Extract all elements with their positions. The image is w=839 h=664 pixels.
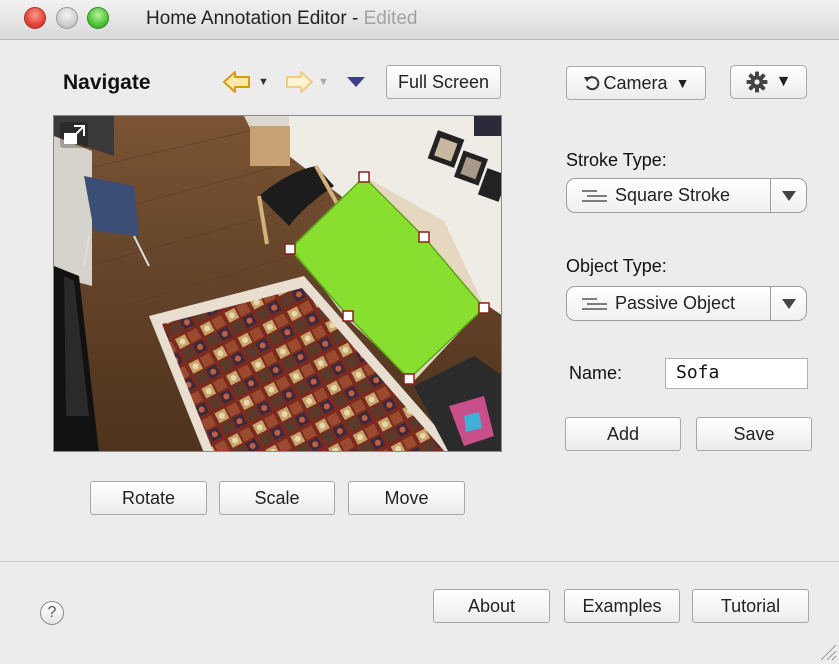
edited-indicator: Edited	[363, 8, 418, 29]
close-window-button[interactable]	[24, 7, 46, 29]
rotate-button[interactable]: Rotate	[90, 481, 207, 515]
stroke-type-select[interactable]: Square Stroke	[566, 178, 807, 213]
rotate-icon	[583, 76, 599, 91]
object-type-select[interactable]: Passive Object	[566, 286, 807, 321]
scale-button[interactable]: Scale	[219, 481, 335, 515]
footer-divider	[0, 561, 839, 562]
object-type-value: Passive Object	[615, 293, 736, 313]
app-window: Home Annotation Editor - Edited Navigate…	[0, 0, 839, 664]
name-field[interactable]: Sofa	[665, 358, 808, 389]
selection-handle[interactable]	[478, 302, 490, 314]
minimize-window-button[interactable]	[56, 7, 78, 29]
right-arrow-icon[interactable]	[284, 69, 314, 95]
tutorial-button[interactable]: Tutorial	[692, 589, 809, 623]
selection-handle[interactable]	[284, 243, 296, 255]
forward-history-dropdown-icon[interactable]: ▼	[318, 76, 329, 88]
chevron-down-icon	[770, 287, 806, 320]
left-arrow-icon[interactable]	[222, 69, 252, 95]
selection-handle[interactable]	[418, 231, 430, 243]
list-lines-icon	[582, 189, 607, 202]
stroke-type-value: Square Stroke	[615, 185, 731, 205]
window-title-text: Home Annotation Editor	[146, 8, 347, 29]
about-button[interactable]: About	[433, 589, 550, 623]
add-button[interactable]: Add	[565, 417, 681, 451]
selection-handle[interactable]	[358, 171, 370, 183]
list-lines-icon	[582, 297, 607, 310]
view-options-dropdown-icon[interactable]	[346, 76, 366, 88]
move-button[interactable]: Move	[348, 481, 465, 515]
resize-grip-icon[interactable]	[817, 641, 837, 661]
gear-icon	[746, 71, 768, 93]
full-screen-button[interactable]: Full Screen	[386, 65, 501, 99]
expand-icon[interactable]	[60, 122, 88, 148]
question-icon[interactable]: ?	[40, 601, 64, 625]
room-scene	[54, 116, 501, 451]
examples-button[interactable]: Examples	[564, 589, 680, 623]
navigate-heading: Navigate	[63, 71, 151, 94]
camera-button[interactable]: Camera ▼	[566, 66, 706, 100]
title-bar: Home Annotation Editor - Edited	[0, 0, 839, 40]
room-viewport[interactable]	[53, 115, 502, 452]
zoom-window-button[interactable]	[87, 7, 109, 29]
chevron-down-icon	[770, 179, 806, 212]
selection-handle[interactable]	[403, 373, 415, 385]
stroke-type-label: Stroke Type:	[566, 150, 667, 170]
back-history-dropdown-icon[interactable]: ▼	[258, 76, 269, 88]
settings-dropdown-icon: ▼	[775, 73, 792, 90]
selection-handle[interactable]	[342, 310, 354, 322]
settings-button[interactable]: ▼	[730, 65, 807, 99]
window-title: Home Annotation Editor - Edited	[146, 8, 417, 30]
name-label: Name:	[569, 363, 623, 383]
save-button[interactable]: Save	[696, 417, 812, 451]
object-type-label: Object Type:	[566, 256, 667, 276]
window-title-separator: -	[346, 8, 364, 29]
camera-label: Camera	[603, 72, 668, 93]
camera-dropdown-icon: ▼	[675, 75, 690, 91]
